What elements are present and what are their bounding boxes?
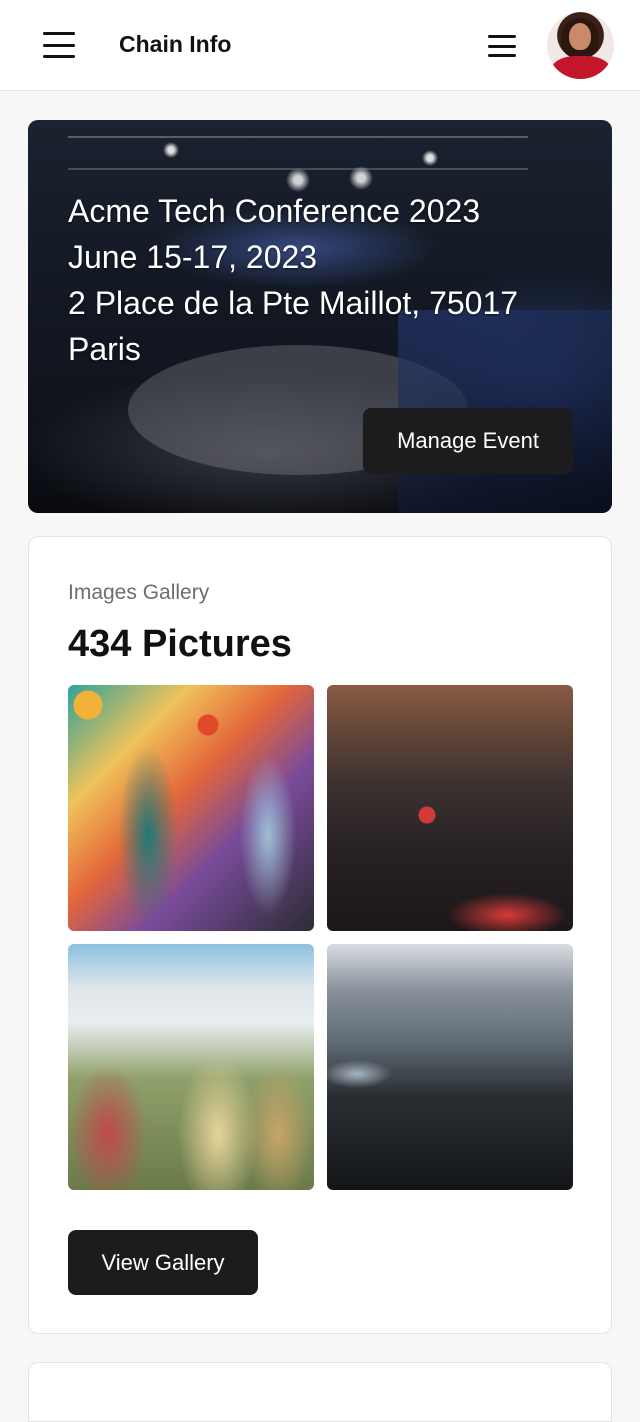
event-name: Acme Tech Conference 2023 — [68, 193, 481, 229]
page-title: Chain Info — [119, 31, 232, 57]
event-details: Acme Tech Conference 2023 June 15-17, 20… — [68, 188, 588, 372]
gallery-label: Images Gallery — [68, 581, 210, 604]
gallery-count: 434 Pictures — [68, 623, 292, 665]
images-gallery-card: Images Gallery 434 Pictures View Gallery — [28, 536, 612, 1334]
gallery-thumbnail[interactable] — [327, 944, 573, 1190]
avatar[interactable] — [547, 12, 614, 79]
event-hero-card: Acme Tech Conference 2023 June 15-17, 20… — [28, 120, 612, 513]
event-dates: June 15-17, 2023 — [68, 239, 318, 275]
view-gallery-button[interactable]: View Gallery — [68, 1230, 258, 1295]
gallery-thumbnail[interactable] — [327, 685, 573, 931]
next-card — [28, 1362, 612, 1422]
event-address-line1: 2 Place de la Pte Maillot, 75017 — [68, 285, 519, 321]
manage-event-button[interactable]: Manage Event — [363, 408, 573, 474]
stage-lighting-truss — [68, 136, 528, 170]
gallery-thumbnail[interactable] — [68, 685, 314, 931]
top-bar: Chain Info — [0, 0, 640, 91]
hamburger-icon[interactable] — [40, 28, 78, 62]
event-address-line2: Paris — [68, 331, 141, 367]
gallery-thumbnail[interactable] — [68, 944, 314, 1190]
menu-icon[interactable] — [486, 32, 518, 60]
